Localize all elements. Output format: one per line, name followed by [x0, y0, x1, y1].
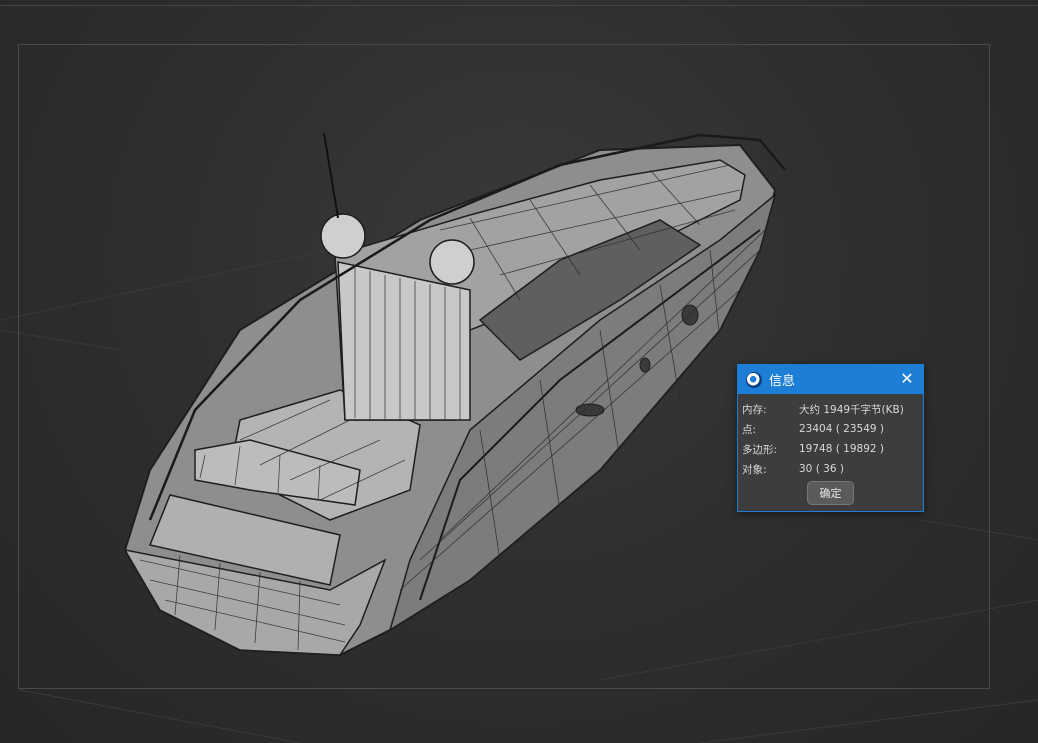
info-label: 对象: — [742, 463, 767, 476]
dialog-title-bar[interactable]: 信息 ✕ — [738, 365, 923, 394]
info-label: 多边形: — [742, 443, 778, 456]
dialog-body: 内存: 大约 1949千字节(KB) 点: 23404 ( 23549 ) 多边… — [738, 394, 923, 479]
cinema4d-icon — [746, 371, 762, 388]
info-row-points: 点: 23404 ( 23549 ) — [742, 419, 923, 439]
info-row-objects: 对象: 30 ( 36 ) — [742, 459, 923, 479]
info-label: 点: — [742, 423, 757, 436]
yacht-hull — [123, 132, 786, 657]
info-row-memory: 内存: 大约 1949千字节(KB) — [742, 399, 923, 419]
dialog-title: 信息 — [769, 374, 796, 389]
info-label: 内存: — [742, 403, 767, 416]
info-dialog[interactable]: 信息 ✕ 内存: 大约 1949千字节(KB) 点: 23404 ( 23549… — [737, 364, 924, 512]
info-value: 23404 ( 23549 ) — [799, 423, 885, 435]
info-value: 19748 ( 19892 ) — [799, 443, 885, 455]
info-value: 30 ( 36 ) — [799, 463, 844, 475]
info-row-polygons: 多边形: 19748 ( 19892 ) — [742, 439, 923, 459]
info-value: 大约 1949千字节(KB) — [799, 403, 904, 416]
ok-button[interactable]: 确定 — [807, 481, 854, 505]
close-icon[interactable]: ✕ — [899, 371, 915, 387]
